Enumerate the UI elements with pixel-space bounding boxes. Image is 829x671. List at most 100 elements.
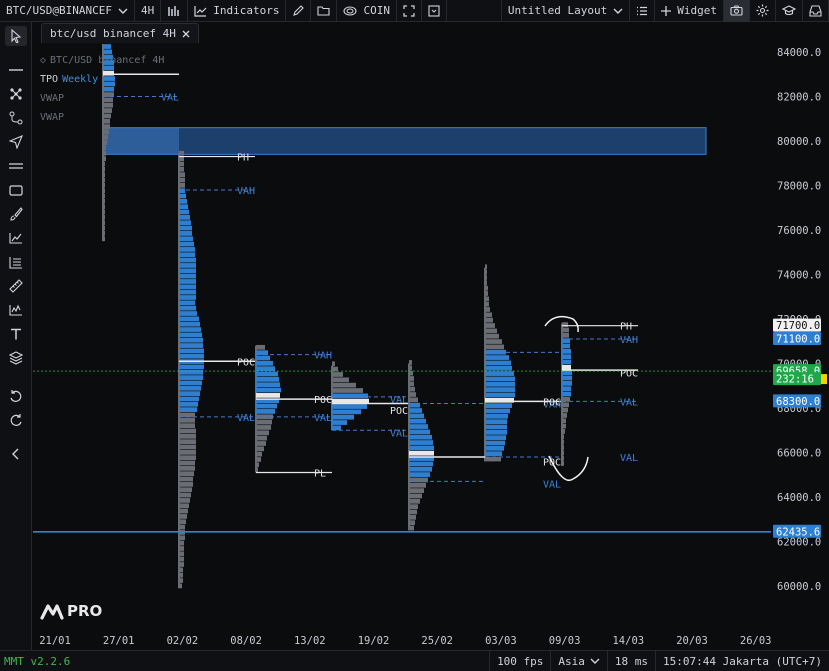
level-label: VAL [620,397,638,408]
chart-plot-area[interactable]: VALPHVAHPOCVALVAHPOCVALPLVALPOCVALVAHPOC… [33,44,771,630]
list-button[interactable] [630,0,656,22]
line-chart-icon [194,5,207,17]
range-box[interactable] [102,127,707,155]
inbox-button[interactable] [803,0,829,22]
tpo-row [179,182,185,188]
tpo-row [409,408,422,413]
chevron-down-icon [118,8,128,14]
draw-button[interactable] [286,0,312,22]
fullscreen-button[interactable] [397,0,422,22]
coin-label: COIN [363,4,390,17]
price-axis[interactable]: 84000.0 82000.0 80000.0 78000.0 76000.0 74000… [771,44,829,630]
ruler-icon [9,279,23,293]
interval-selector[interactable]: 4H [135,0,162,22]
tpo-row [179,567,183,573]
legend-tpo-row[interactable]: TPO Weekly [40,70,164,89]
tpo-row [409,418,426,424]
tpo-row [103,145,106,151]
redo-button[interactable] [5,410,27,430]
tpo-row [179,305,196,311]
pattern-tool[interactable] [5,300,27,320]
tpo-row [485,403,512,408]
tpo-row [485,264,487,270]
legend-vwap-1[interactable]: VWAP [40,89,164,108]
y-tick-label: 82000.0 [777,92,821,104]
chevron-left-icon [12,448,19,460]
tpo-row [179,348,204,354]
level-label: POC [620,368,638,379]
tpo-profile[interactable] [255,344,281,473]
arrow-tool[interactable] [5,132,27,152]
settings-button[interactable] [750,0,776,22]
symbol-label: BTC/USD@BINANCEF [6,4,112,17]
symbol-selector[interactable]: BTC/USD@BINANCEF [0,0,135,22]
forecast-tool[interactable] [5,228,27,248]
screenshot-menu-button[interactable] [422,0,447,22]
tpo-row [562,434,564,440]
tpo-row [562,354,571,360]
coin-button[interactable]: COIN [337,0,397,22]
network-tool[interactable] [5,84,27,104]
tpo-row [179,161,184,167]
tpo-row [562,429,565,434]
x-tick-label: 19/02 [358,635,390,647]
tpo-row [179,428,196,434]
tpo-row [179,551,184,557]
tpo-row [179,337,203,343]
chart-type-button[interactable] [161,0,189,22]
tpo-profile[interactable] [408,360,434,531]
tpo-row [103,150,106,156]
layout-selector[interactable]: Untitled Layout [500,0,631,22]
tpo-row [485,323,495,328]
tpo-row [179,439,196,445]
path-tool[interactable] [5,108,27,128]
text-tool[interactable] [5,324,27,344]
tpo-row [485,360,511,366]
learn-button[interactable] [776,0,803,22]
fib-tool[interactable] [5,252,27,272]
tpo-row [103,182,105,188]
tpo-row [485,344,504,350]
tpo-profile[interactable] [331,361,369,431]
undo-button[interactable] [5,386,27,406]
tpo-row [179,375,203,380]
rectangle-tool[interactable] [5,180,27,200]
tpo-row [179,380,202,386]
tpo-row [103,44,111,49]
legend-vwap-2[interactable]: VWAP [40,108,164,127]
tpo-profile[interactable] [484,264,515,462]
region-label: Asia [558,654,585,668]
logo-text: PRO [67,602,103,620]
tpo-row [256,366,275,372]
level-label: PL [314,469,326,480]
close-icon[interactable] [182,30,190,38]
region-selector[interactable]: Asia [550,650,607,671]
camera-button[interactable] [724,0,750,22]
time-axis[interactable]: 21/01 27/01 02/02 08/02 13/02 19/02 25/02 03/03… [33,630,829,650]
cursor-tool[interactable] [5,26,27,46]
inbox-icon [809,4,822,17]
ruler-tool[interactable] [5,276,27,296]
layers-tool[interactable] [5,348,27,368]
add-widget-button[interactable]: Widget [655,0,724,22]
tpo-row [179,417,195,423]
tpo-row [179,572,183,578]
redo-icon [10,414,22,426]
brush-tool[interactable] [5,204,27,224]
collapse-toolbar-button[interactable] [5,444,27,464]
folder-button[interactable] [311,0,338,22]
tpo-row [485,296,489,302]
tpo-row [485,307,490,312]
chart-tab[interactable]: btc/usd binancef 4H [41,23,199,43]
tpo-row [103,236,105,242]
tpo-row [256,403,277,409]
parallel-channel-tool[interactable] [5,156,27,176]
tpo-row [485,429,507,435]
horizontal-line-tool[interactable] [5,60,27,80]
indicators-button[interactable]: Indicators [188,0,287,22]
tpo-row [103,204,105,210]
tpo-row [103,166,105,172]
tpo-profile[interactable] [178,150,204,589]
tpo-profile[interactable] [561,322,572,466]
send-arrow-icon [9,135,23,149]
